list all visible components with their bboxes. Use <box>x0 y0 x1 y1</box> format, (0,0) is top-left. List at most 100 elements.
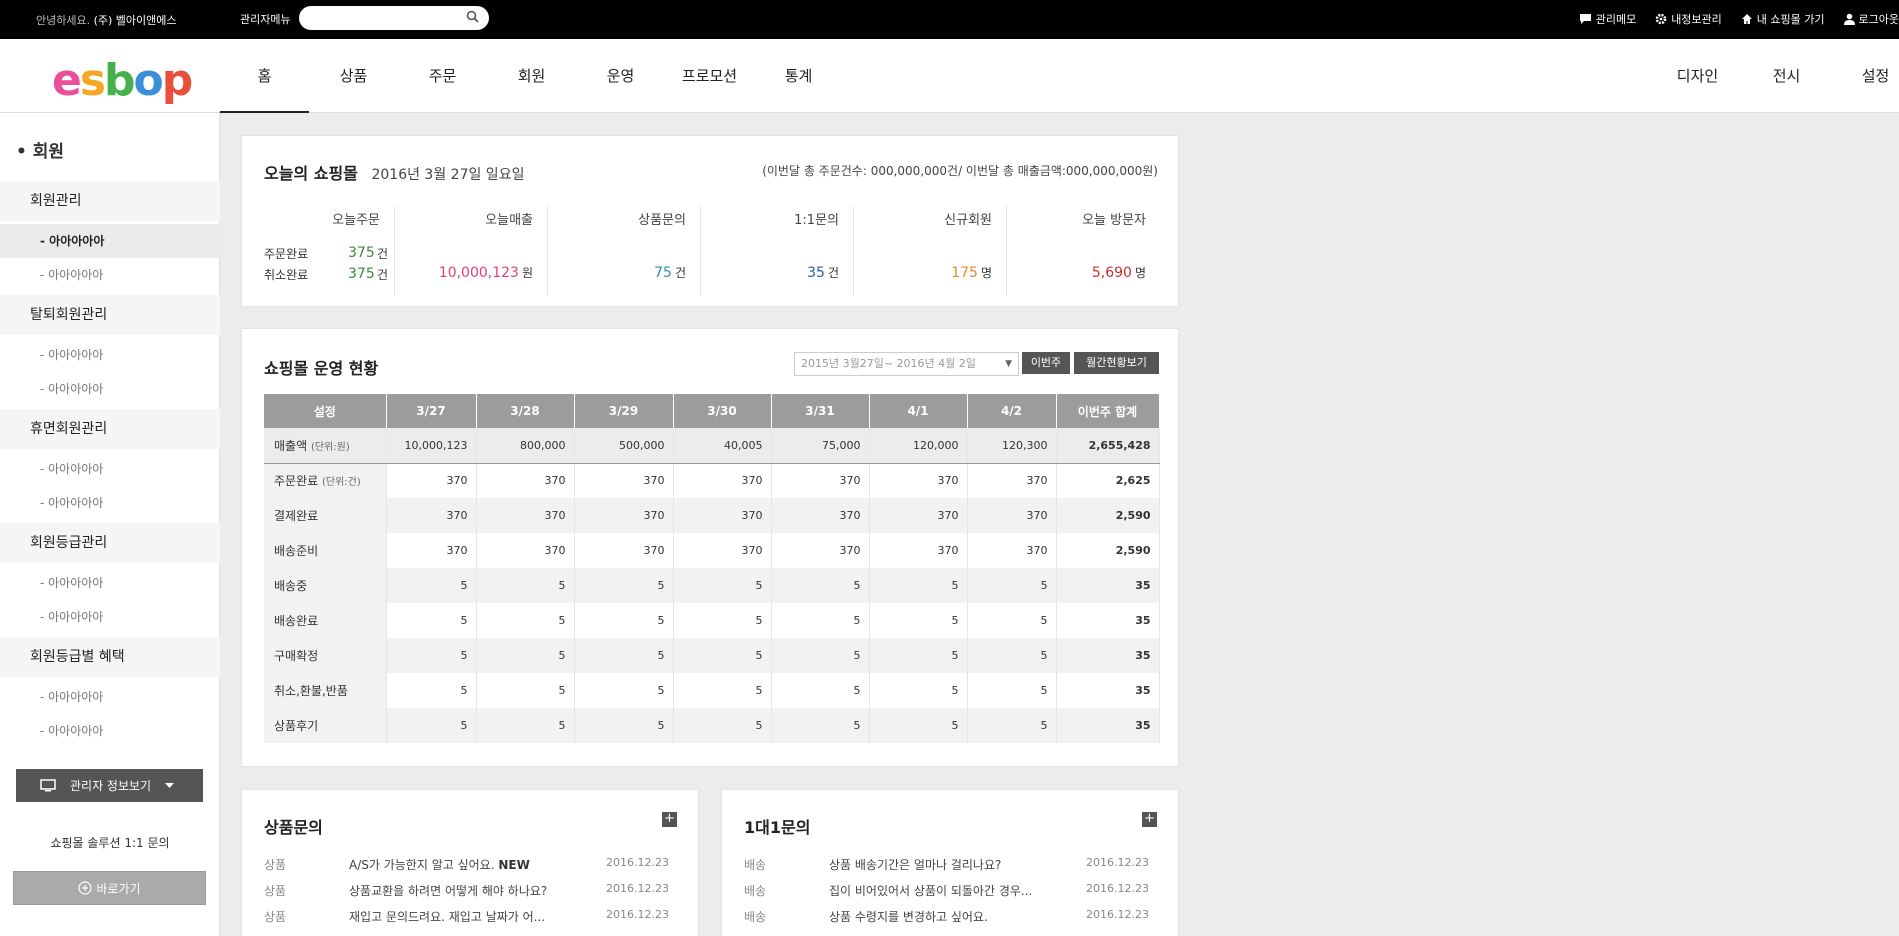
table-cell: 370 <box>574 498 674 533</box>
this-week-button[interactable]: 이번주 <box>1022 352 1070 374</box>
table-cell: 370 <box>967 463 1057 498</box>
status-title: 쇼핑몰 운영 현황 <box>264 359 379 378</box>
item-title[interactable]: 상품 수령지를 변경하고 싶어요. <box>829 908 1044 925</box>
sidebar-group-dormant[interactable]: 휴면회원관리 <box>0 409 220 449</box>
new-badge: NEW <box>498 858 530 872</box>
sidebar-item[interactable]: - 아아아아아 <box>40 574 103 591</box>
memo-link[interactable]: 관리메모 <box>1579 11 1636 27</box>
sidebar-item[interactable]: - 아아아아아 <box>40 688 103 705</box>
sidebar-item[interactable]: - 아아아아아 <box>40 722 103 739</box>
item-title[interactable]: 재입고 문의드려요. 재입고 날짜가 어... <box>349 908 564 925</box>
item-title[interactable]: 집이 비어있어서 상품이 되돌아간 경우... <box>829 882 1044 899</box>
table-cell: 2,590 <box>1056 498 1160 533</box>
sidebar-group-grade-benefit[interactable]: 회원등급별 혜택 <box>0 637 220 677</box>
monthly-status-button[interactable]: 월간현황보기 <box>1074 352 1159 374</box>
gear-icon <box>1655 13 1667 25</box>
sidebar-item[interactable]: - 아아아아아 <box>40 494 103 511</box>
table-cell: 370 <box>967 498 1057 533</box>
chevron-down-icon: ▼ <box>1005 359 1012 369</box>
nav-product[interactable]: 상품 <box>309 39 398 113</box>
new-members-value: 175 <box>951 265 978 281</box>
sidebar-item[interactable]: - 아아아아아 <box>40 346 103 363</box>
admin-info-button[interactable]: 관리자 정보보기 <box>16 769 203 802</box>
logo[interactable]: esbop <box>52 59 193 103</box>
table-row: 결제완료 370 370 370 370 370 370 370 2,590 <box>264 498 1160 533</box>
greeting: 안녕하세요. (주) 벨아이앤에스 <box>36 14 177 27</box>
item-date: 2016.12.23 <box>1086 882 1149 895</box>
logo-letter: o <box>133 55 164 106</box>
month-summary: (이번달 총 주문건수: 000,000,000건/ 이번달 총 매출금액:00… <box>762 164 1158 178</box>
product-qna-value: 75 <box>654 265 672 281</box>
status-panel: 쇼핑몰 운영 현황 2015년 3월27일~ 2016년 4월 2일 ▼ 이번주 … <box>241 328 1179 767</box>
sidebar-group-withdrawn[interactable]: 탈퇴회원관리 <box>0 295 220 335</box>
table-cell: 10,000,123 <box>386 428 477 464</box>
admin-menu-search[interactable] <box>299 6 489 30</box>
item-category: 상품 <box>264 884 287 898</box>
item-title[interactable]: A/S가 가능한지 알고 싶어요. NEW <box>349 856 564 873</box>
caret-down-icon <box>165 783 175 788</box>
item-title[interactable]: 상품 배송기간은 얼마나 걸리나요? <box>829 856 1044 873</box>
table-cell: 120,300 <box>967 428 1057 464</box>
table-header: 3/27 <box>386 394 477 428</box>
order-cancel-row: 취소완료 375 건 <box>264 266 389 282</box>
plus-icon[interactable]: + <box>1142 812 1157 827</box>
sidebar-title: • 회원 <box>16 142 65 162</box>
status-table: 설정 3/27 3/28 3/29 3/30 3/31 4/1 4/2 이번주 합계 매출액 (… <box>264 394 1160 743</box>
sidebar-item[interactable]: - 아아아아아 <box>40 266 103 283</box>
search-icon[interactable] <box>466 10 479 26</box>
table-row: 매출액 (단위:원) 10,000,123 800,000 500,000 40,005… <box>264 428 1160 464</box>
date-range-select[interactable]: 2015년 3월27일~ 2016년 4월 2일 ▼ <box>794 352 1019 376</box>
one-qna-title: 1대1문의 <box>744 818 811 837</box>
sidebar-item[interactable]: - 아아아아아 <box>0 224 220 258</box>
table-cell: 5 <box>869 603 968 638</box>
my-info-link[interactable]: 내정보관리 <box>1655 11 1722 27</box>
sidebar-group-grade[interactable]: 회원등급관리 <box>0 523 220 563</box>
table-row: 배송중 5 5 5 5 5 5 5 35 <box>264 568 1160 603</box>
nav-promotion[interactable]: 프로모션 <box>665 39 754 113</box>
table-cell: 370 <box>869 498 968 533</box>
my-shop-link[interactable]: 내 쇼핑몰 가기 <box>1741 11 1825 27</box>
table-row: 상품후기 5 5 5 5 5 5 5 35 <box>264 708 1160 743</box>
sidebar-item[interactable]: - 아아아아아 <box>40 380 103 397</box>
nav-operation[interactable]: 운영 <box>576 39 665 113</box>
table-cell: 5 <box>386 673 477 708</box>
table-row: 배송완료 5 5 5 5 5 5 5 35 <box>264 603 1160 638</box>
table-cell: 370 <box>476 533 575 568</box>
nav-order[interactable]: 주문 <box>398 39 487 113</box>
nav-home[interactable]: 홈 <box>220 39 309 113</box>
nav-settings[interactable]: 설정 <box>1831 39 1899 113</box>
table-cell: 5 <box>574 603 674 638</box>
plus-icon[interactable]: + <box>662 812 677 827</box>
today-new-members: 신규회원 175 명 <box>854 206 1007 296</box>
table-cell: 5 <box>476 603 575 638</box>
nav-statistics[interactable]: 통계 <box>754 39 843 113</box>
table-header: 3/31 <box>771 394 870 428</box>
table-cell: 5 <box>574 673 674 708</box>
item-category: 배송 <box>744 910 767 924</box>
table-cell: 5 <box>967 638 1057 673</box>
today-one-qna: 1:1문의 35 건 <box>701 206 854 296</box>
item-date: 2016.12.23 <box>1086 856 1149 869</box>
table-cell: 5 <box>386 638 477 673</box>
table-cell: 5 <box>673 603 772 638</box>
logout-link[interactable]: 로그아웃 <box>1843 11 1899 27</box>
item-title[interactable]: 상품교환을 하려면 어떻게 해야 하나요? <box>349 882 564 899</box>
table-cell: 5 <box>673 638 772 673</box>
go-button[interactable]: 바로가기 <box>13 871 206 905</box>
admin-menu-label: 관리자메뉴 <box>240 13 291 26</box>
nav-member[interactable]: 회원 <box>487 39 576 113</box>
speech-bubble-icon <box>1579 14 1591 24</box>
nav-display[interactable]: 전시 <box>1742 39 1831 113</box>
table-cell: 370 <box>574 533 674 568</box>
table-cell: 5 <box>386 603 477 638</box>
sidebar-item[interactable]: - 아아아아아 <box>40 460 103 477</box>
sidebar-group-member-manage[interactable]: 회원관리 <box>0 181 220 221</box>
sidebar-item[interactable]: - 아아아아아 <box>40 608 103 625</box>
table-row: 취소,환불,반품 5 5 5 5 5 5 5 35 <box>264 673 1160 708</box>
table-cell: 5 <box>967 708 1057 743</box>
logo-letter: s <box>79 55 106 106</box>
table-cell: 5 <box>673 568 772 603</box>
nav-design[interactable]: 디자인 <box>1653 39 1742 113</box>
table-cell: 370 <box>574 463 674 498</box>
table-cell: 5 <box>386 708 477 743</box>
